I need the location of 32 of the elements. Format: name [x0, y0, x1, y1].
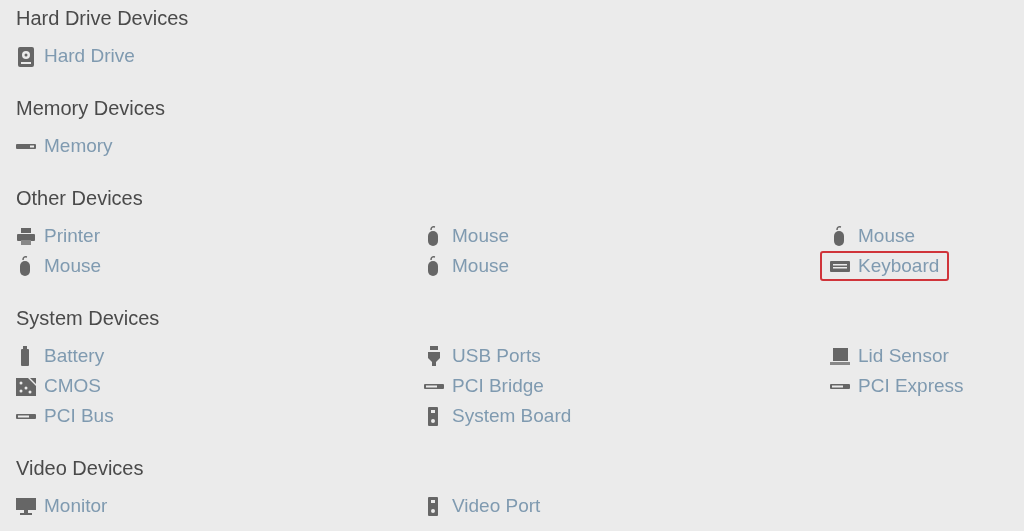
device-link[interactable]: Monitor	[44, 495, 108, 517]
device-link[interactable]: Keyboard	[858, 255, 940, 277]
monitor-icon	[16, 495, 36, 517]
device-link[interactable]: Battery	[44, 345, 105, 367]
section-heading: Hard Drive Devices	[16, 7, 189, 29]
card-slot-icon	[424, 383, 444, 389]
section-heading: Memory Devices	[16, 97, 165, 119]
section-heading: Other Devices	[16, 187, 143, 209]
card-slot-icon	[16, 413, 36, 419]
device-link[interactable]: Hard Drive	[44, 45, 135, 67]
chip-icon	[16, 375, 36, 397]
device-link[interactable]: Mouse	[858, 225, 916, 247]
device-link[interactable]: USB Ports	[452, 345, 541, 367]
device-link[interactable]: Mouse	[44, 255, 102, 277]
card-slot-icon	[830, 383, 850, 389]
laptop-icon	[830, 345, 850, 367]
device-link[interactable]: PCI Express	[858, 375, 964, 397]
device-link[interactable]: PCI Bridge	[452, 375, 544, 397]
section-heading: System Devices	[16, 307, 160, 329]
device-link[interactable]: System Board	[452, 405, 572, 427]
device-link[interactable]: Lid Sensor	[858, 345, 949, 367]
device-link[interactable]: PCI Bus	[44, 405, 114, 427]
section-heading: Video Devices	[16, 457, 144, 479]
device-link[interactable]: CMOS	[44, 375, 101, 397]
device-link[interactable]: Printer	[44, 225, 100, 247]
device-link[interactable]: Video Port	[452, 495, 541, 517]
device-link[interactable]: Memory	[44, 135, 113, 157]
printer-icon	[16, 225, 36, 247]
device-link[interactable]: Mouse	[452, 225, 510, 247]
memory-stick-icon	[16, 143, 36, 149]
device-link[interactable]: Mouse	[452, 255, 510, 277]
hard-drive-icon	[16, 45, 36, 67]
